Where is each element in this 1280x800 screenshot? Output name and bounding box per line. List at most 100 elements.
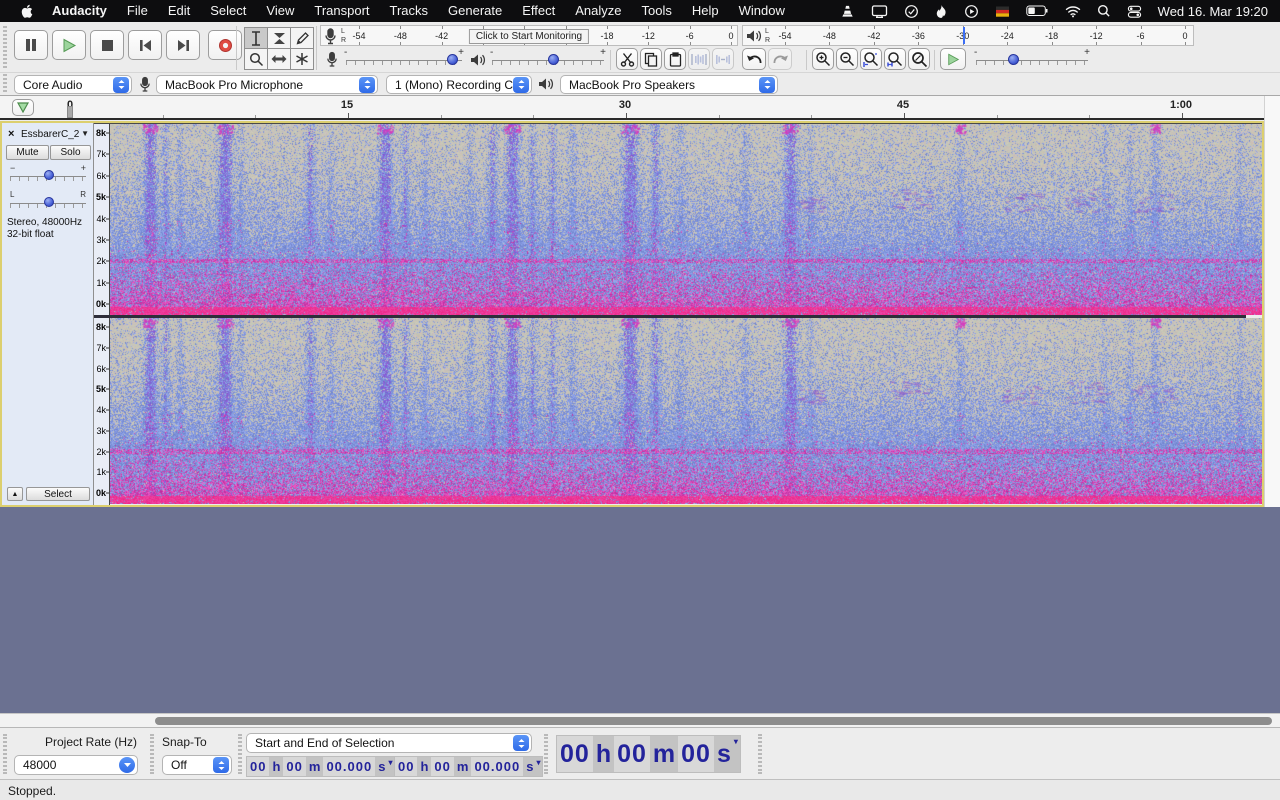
menu-item-view[interactable]: View [256,3,304,18]
time-segment[interactable]: h [269,757,283,776]
toolbar-grip[interactable] [150,734,154,774]
time-segment[interactable]: 00 [557,736,593,772]
track-gain-slider[interactable]: − + [10,167,86,185]
envelope-tool-button[interactable] [267,27,291,49]
menu-item-help[interactable]: Help [682,3,729,18]
snap-to-dropdown[interactable]: Off [162,755,232,775]
time-segment[interactable]: s [375,757,388,776]
menu-item-window[interactable]: Window [729,3,795,18]
wifi-icon[interactable] [1065,5,1081,18]
vertical-scrollbar-track[interactable] [1264,96,1280,507]
empty-workspace[interactable] [0,507,1280,713]
toolbar-grip[interactable] [3,26,7,68]
track-collapse-button[interactable]: ▲ [7,487,23,501]
time-segment[interactable]: 00 [395,757,417,776]
time-segment[interactable]: h [593,736,614,772]
recording-channels-dropdown[interactable]: 1 (Mono) Recording C... [386,75,532,94]
copy-button[interactable] [640,48,662,70]
fit-project-button[interactable] [884,48,906,70]
multi-tool-button[interactable] [290,48,314,70]
time-segment[interactable]: 00.000 [323,757,375,776]
zoom-toggle-button[interactable] [908,48,930,70]
selection-tool-button[interactable] [244,27,268,49]
play-at-speed-button[interactable] [940,48,966,70]
playback-device-dropdown[interactable]: MacBook Pro Speakers [560,75,778,94]
track-pan-slider[interactable]: L R [10,194,86,212]
toolbar-grip[interactable] [3,734,7,774]
zoom-tool-button[interactable] [244,48,268,70]
play-button[interactable] [52,30,86,60]
track-title[interactable]: EssbarerC_2 [21,129,79,140]
playhead-marker[interactable] [67,106,73,118]
project-rate-dropdown[interactable]: 48000 [14,755,138,775]
toolbar-grip[interactable] [238,734,242,774]
menu-item-analyze[interactable]: Analyze [565,3,631,18]
audio-position-display[interactable]: 00h00m00s▾ [556,735,741,773]
time-segment[interactable]: s [714,736,734,772]
menu-item-tracks[interactable]: Tracks [380,3,439,18]
flame-icon[interactable] [935,4,948,19]
zoom-in-button[interactable] [812,48,834,70]
menu-item-transport[interactable]: Transport [304,3,379,18]
menu-item-effect[interactable]: Effect [512,3,565,18]
zoom-out-button[interactable] [836,48,858,70]
time-shift-tool-button[interactable] [267,48,291,70]
menu-item-audacity[interactable]: Audacity [42,3,117,18]
spotlight-search-icon[interactable] [1097,4,1111,18]
silence-audio-button[interactable] [712,48,734,70]
battery-icon[interactable] [1026,5,1049,17]
time-segment[interactable]: s [523,757,536,776]
time-segment[interactable]: m [306,757,324,776]
vertical-scale-ruler[interactable]: 8k7k6k5k4k3k2k1k0k 8k7k6k5k4k3k2k1k0k [94,123,110,505]
keyboard-layout-german-flag-icon[interactable] [995,4,1010,19]
timeline-ruler[interactable]: 01530451:00 [0,96,1280,120]
stop-button[interactable] [90,30,124,60]
track-select-button[interactable]: Select [26,487,90,501]
time-segment[interactable]: 00 [678,736,714,772]
menu-item-file[interactable]: File [117,3,158,18]
cut-button[interactable] [616,48,638,70]
menu-item-edit[interactable]: Edit [158,3,200,18]
time-segment[interactable]: 00.000 [471,757,523,776]
vlc-icon[interactable] [840,4,855,19]
pin-playhead-button[interactable] [12,99,34,116]
playback-meter[interactable]: LR -54-48-42-36-30-24-18-12-60 [742,25,1194,46]
horizontal-scrollbar-thumb[interactable] [155,717,1272,725]
spectrogram-channel-left[interactable] [110,124,1262,315]
mute-button[interactable]: Mute [6,145,49,160]
play-circle-icon[interactable] [964,4,979,19]
monitoring-overlay[interactable]: Click to Start Monitoring [469,29,589,44]
recording-device-dropdown[interactable]: MacBook Pro Microphone [156,75,378,94]
time-segment[interactable]: 00 [247,757,269,776]
time-segment[interactable]: h [417,757,431,776]
time-segment[interactable]: m [454,757,472,776]
check-circle-icon[interactable] [904,4,919,19]
horizontal-scrollbar[interactable] [0,713,1280,727]
time-segment[interactable]: 00 [614,736,650,772]
play-speed-slider[interactable]: - + [976,51,1088,69]
solo-button[interactable]: Solo [50,145,91,160]
track-close-button[interactable]: × [8,128,14,140]
toolbar-grip[interactable] [758,734,762,774]
recording-meter[interactable]: LR -54-48-42-36-30-24-18-12-60 Click to … [320,25,738,46]
track-menu-dropdown[interactable]: ▼ [81,129,89,138]
audio-host-dropdown[interactable]: Core Audio [14,75,132,94]
menu-bar-clock[interactable]: Wed 16. Mar 19:20 [1158,4,1268,19]
spectrogram-channel-right[interactable] [110,318,1262,504]
fit-selection-button[interactable] [860,48,882,70]
selection-end-field[interactable]: 00h00m00.000s▾ [394,756,543,777]
time-field-arrow-icon[interactable]: ▾ [536,757,542,776]
display-icon[interactable] [871,4,888,19]
selection-start-field[interactable]: 00h00m00.000s▾ [246,756,395,777]
apple-menu-icon[interactable] [12,3,42,19]
menu-item-select[interactable]: Select [200,3,256,18]
time-segment[interactable]: 00 [283,757,305,776]
playback-volume-slider[interactable]: - + [492,51,604,69]
control-center-icon[interactable] [1127,4,1142,19]
menu-item-generate[interactable]: Generate [438,3,512,18]
redo-button[interactable] [768,48,792,70]
skip-to-start-button[interactable] [128,30,162,60]
time-segment[interactable]: 00 [431,757,453,776]
selection-mode-dropdown[interactable]: Start and End of Selection [246,733,532,753]
recording-volume-slider[interactable]: - + [346,51,462,69]
